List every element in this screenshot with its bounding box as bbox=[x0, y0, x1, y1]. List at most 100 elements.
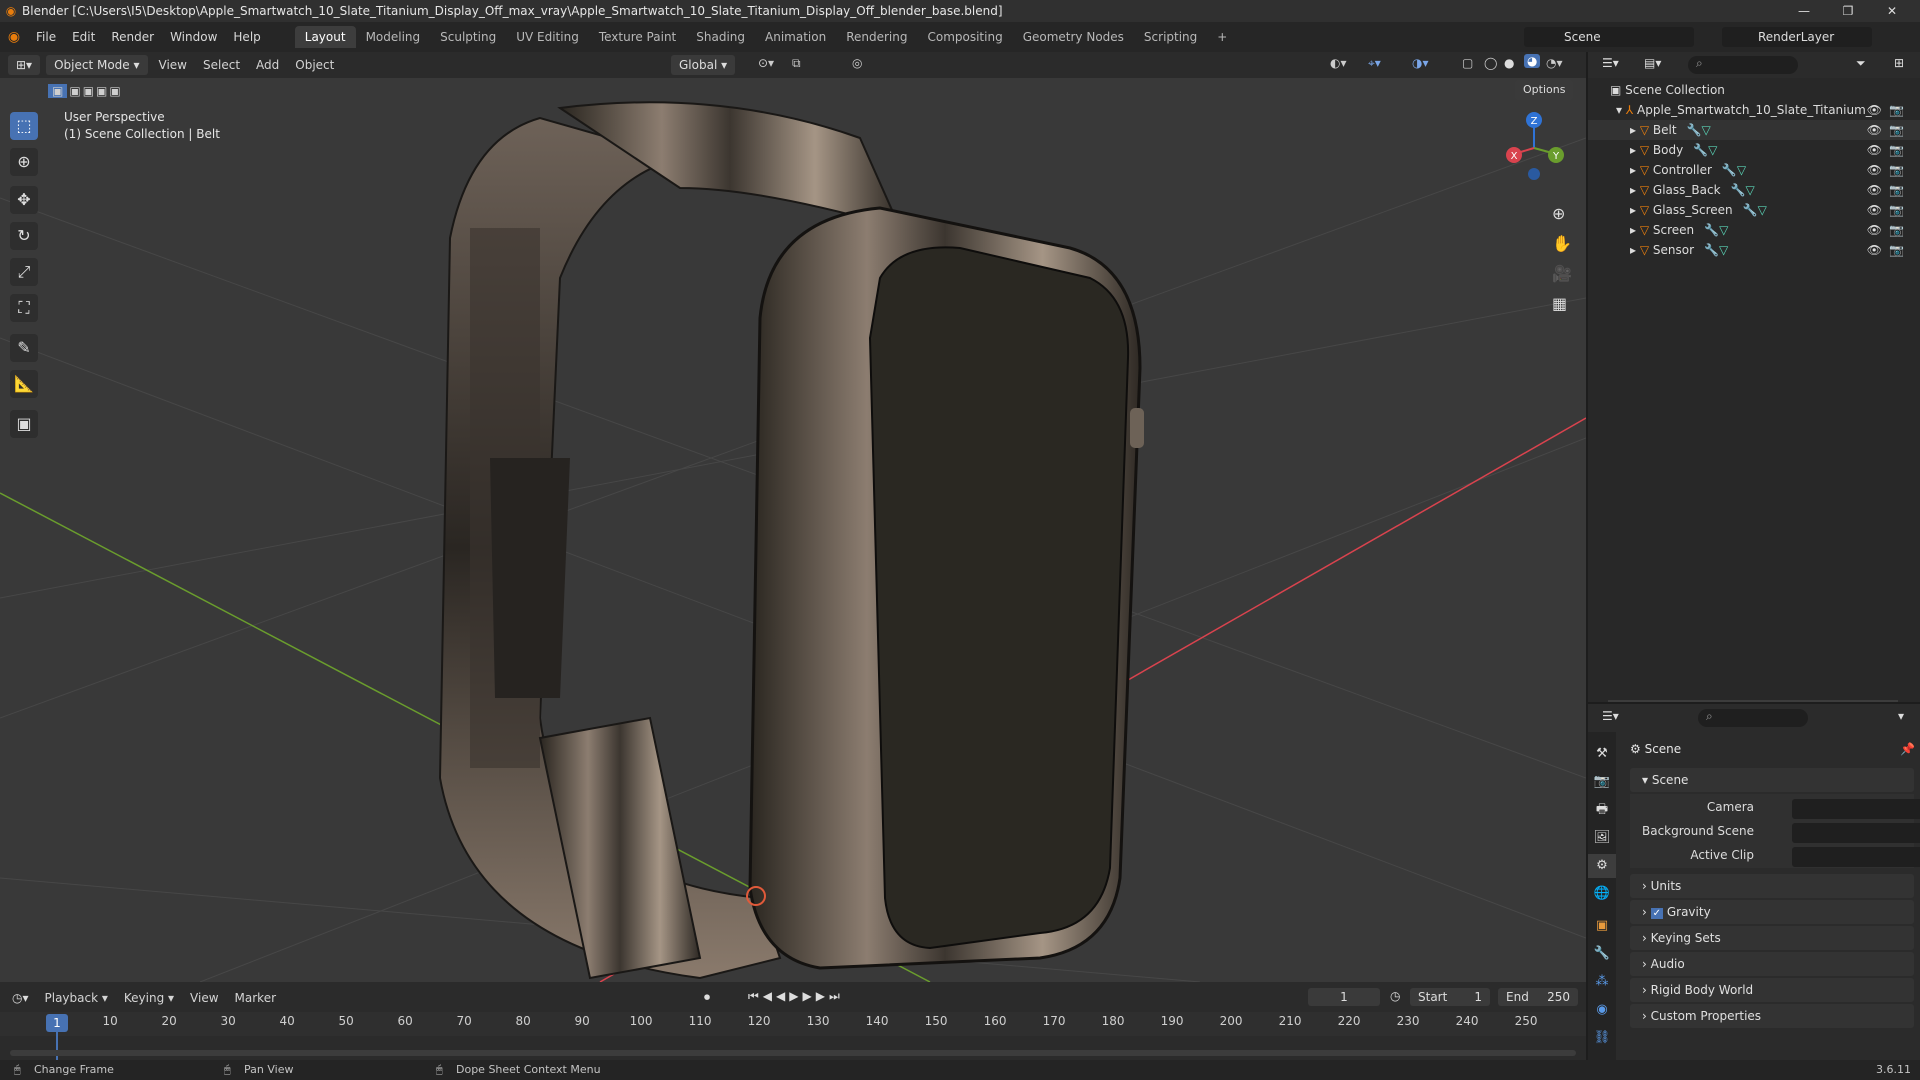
modifier-tab-icon[interactable]: 🔧 bbox=[1588, 942, 1616, 966]
camera-icon[interactable]: 📷 bbox=[1889, 200, 1904, 220]
pivot-icon[interactable]: ⊙▾ bbox=[758, 56, 774, 70]
xray-icon[interactable]: ▢ bbox=[1462, 56, 1473, 70]
rendered-shading-icon[interactable]: ◔▾ bbox=[1546, 56, 1563, 70]
camera-icon[interactable]: 📷 bbox=[1889, 100, 1904, 120]
menu-help[interactable]: Help bbox=[225, 30, 268, 44]
wireframe-shading-icon[interactable]: ◯ bbox=[1484, 56, 1497, 70]
timeline-menu-playback[interactable]: Playback ▾ bbox=[37, 991, 116, 1005]
physics-tab-icon[interactable]: ◉ bbox=[1588, 998, 1616, 1022]
outliner-scene-collection[interactable]: ▣ Scene Collection bbox=[1588, 80, 1920, 100]
timeline-scrollbar[interactable] bbox=[10, 1050, 1576, 1056]
tab-rendering[interactable]: Rendering bbox=[836, 26, 917, 48]
active-clip-field[interactable] bbox=[1792, 847, 1920, 867]
outliner-item-glass-screen[interactable]: ▸ ▽ Glass_Screen 🔧▽ 👁 📷 bbox=[1588, 200, 1920, 220]
viewport-menu-view[interactable]: View bbox=[151, 58, 195, 72]
custom-properties-panel-header[interactable]: › Custom Properties bbox=[1630, 1004, 1914, 1028]
outliner-item-belt[interactable]: ▸ ▽ Belt 🔧▽ 👁 📷 bbox=[1588, 120, 1920, 140]
select-mode-icons[interactable]: ▣ ▣ ▣ ▣ ▣ bbox=[48, 84, 121, 98]
particles-tab-icon[interactable]: ⁂ bbox=[1588, 970, 1616, 994]
camera-icon[interactable]: 📷 bbox=[1889, 180, 1904, 200]
transform-tool[interactable]: ⛶ bbox=[10, 294, 38, 322]
clock-icon[interactable]: ◷ bbox=[1390, 989, 1400, 1003]
material-shading-icon[interactable]: ◕ bbox=[1524, 54, 1541, 68]
menu-render[interactable]: Render bbox=[103, 30, 162, 44]
close-icon[interactable]: ✕ bbox=[1870, 0, 1914, 22]
eye-icon[interactable]: 👁 bbox=[1867, 200, 1882, 220]
overlay-toggle-icon[interactable]: ◑▾ bbox=[1412, 56, 1429, 70]
playback-controls[interactable]: ⏮◀◀▶▶▶⏭ bbox=[748, 989, 844, 1004]
tab-shading[interactable]: Shading bbox=[686, 26, 755, 48]
camera-icon[interactable]: 📷 bbox=[1889, 120, 1904, 140]
outliner-collection-row[interactable]: ▾ ⅄ Apple_Smartwatch_10_Slate_Titanium_ … bbox=[1588, 100, 1920, 120]
snap-icon[interactable]: ⧉ bbox=[792, 56, 801, 71]
timeline-menu-view[interactable]: View bbox=[182, 991, 226, 1005]
outliner-item-body[interactable]: ▸ ▽ Body 🔧▽ 👁 📷 bbox=[1588, 140, 1920, 160]
properties-editor-icon[interactable]: ☰▾ bbox=[1602, 709, 1619, 723]
filter-icon[interactable]: ⏷ bbox=[1856, 56, 1866, 71]
tab-sculpting[interactable]: Sculpting bbox=[430, 26, 506, 48]
menu-edit[interactable]: Edit bbox=[64, 30, 103, 44]
visibility-icon[interactable]: ◐▾ bbox=[1330, 56, 1347, 70]
rigid-body-world-panel-header[interactable]: › Rigid Body World bbox=[1630, 978, 1914, 1002]
blender-menu-icon[interactable]: ◉ bbox=[0, 29, 28, 45]
outliner-search-input[interactable]: ⌕ bbox=[1688, 56, 1798, 74]
pan-hand-icon[interactable]: ✋ bbox=[1552, 234, 1572, 253]
minimize-icon[interactable]: — bbox=[1782, 0, 1826, 22]
gravity-checkbox[interactable]: ✓ bbox=[1650, 908, 1664, 919]
viewport-menu-select[interactable]: Select bbox=[195, 58, 248, 72]
camera-icon[interactable]: 📷 bbox=[1889, 220, 1904, 240]
transform-orientation-dropdown[interactable]: Global ▾ bbox=[671, 55, 736, 75]
eye-icon[interactable]: 👁 bbox=[1867, 120, 1882, 140]
add-workspace-button[interactable]: + bbox=[1207, 26, 1237, 48]
end-frame-field[interactable]: End 250 bbox=[1498, 988, 1578, 1006]
measure-tool[interactable]: 📐 bbox=[10, 370, 38, 398]
audio-panel-header[interactable]: › Audio bbox=[1630, 952, 1914, 976]
eye-icon[interactable]: 👁 bbox=[1867, 140, 1882, 160]
tool-tab-icon[interactable]: ⚒ bbox=[1588, 742, 1616, 766]
outliner-scrollbar[interactable] bbox=[1608, 700, 1898, 702]
timeline-editor-icon[interactable]: ◷▾ bbox=[12, 991, 29, 1005]
annotate-tool[interactable]: ✎ bbox=[10, 334, 38, 362]
outliner-editor-icon[interactable]: ☰▾ bbox=[1602, 56, 1619, 70]
eye-icon[interactable]: 👁 bbox=[1867, 180, 1882, 200]
properties-search-input[interactable]: ⌕ bbox=[1698, 709, 1808, 727]
chevron-down-icon[interactable]: ▾ bbox=[1898, 709, 1904, 723]
scene-selector[interactable]: Scene bbox=[1524, 27, 1694, 47]
tab-layout[interactable]: Layout bbox=[294, 26, 356, 48]
camera-icon[interactable]: 📷 bbox=[1889, 160, 1904, 180]
tab-texture-paint[interactable]: Texture Paint bbox=[589, 26, 686, 48]
outliner-item-sensor[interactable]: ▸ ▽ Sensor 🔧▽ 👁 📷 bbox=[1588, 240, 1920, 260]
proportional-edit-icon[interactable]: ◎ bbox=[852, 56, 862, 70]
camera-field[interactable] bbox=[1792, 799, 1920, 819]
gravity-panel-header[interactable]: › ✓ Gravity bbox=[1630, 900, 1914, 924]
solid-shading-icon[interactable]: ● bbox=[1504, 56, 1514, 70]
gizmo-toggle-icon[interactable]: ⌖▾ bbox=[1368, 56, 1381, 71]
eye-icon[interactable]: 👁 bbox=[1867, 240, 1882, 260]
add-cube-tool[interactable]: ▣ bbox=[10, 410, 38, 438]
display-mode-icon[interactable]: ▤▾ bbox=[1644, 56, 1661, 70]
camera-icon[interactable]: 📷 bbox=[1889, 240, 1904, 260]
cursor-tool[interactable]: ⊕ bbox=[10, 148, 38, 176]
new-collection-icon[interactable]: ⊞ bbox=[1894, 56, 1904, 70]
tab-compositing[interactable]: Compositing bbox=[917, 26, 1012, 48]
eye-icon[interactable]: 👁 bbox=[1867, 100, 1882, 120]
background-scene-field[interactable] bbox=[1792, 823, 1920, 843]
options-button[interactable]: Options bbox=[1515, 80, 1574, 100]
eye-icon[interactable]: 👁 bbox=[1867, 160, 1882, 180]
scene-tab-icon[interactable]: ⚙ bbox=[1588, 854, 1616, 878]
view-layer-tab-icon[interactable]: 🖼 bbox=[1588, 826, 1616, 850]
tab-geometry-nodes[interactable]: Geometry Nodes bbox=[1013, 26, 1134, 48]
record-icon[interactable]: ⏺ bbox=[704, 990, 710, 1005]
viewport-menu-object[interactable]: Object bbox=[287, 58, 342, 72]
viewport-menu-add[interactable]: Add bbox=[248, 58, 287, 72]
outliner-item-glass-back[interactable]: ▸ ▽ Glass_Back 🔧▽ 👁 📷 bbox=[1588, 180, 1920, 200]
keying-sets-panel-header[interactable]: › Keying Sets bbox=[1630, 926, 1914, 950]
menu-window[interactable]: Window bbox=[162, 30, 225, 44]
select-box-tool[interactable]: ⬚ bbox=[10, 112, 38, 140]
tab-modeling[interactable]: Modeling bbox=[356, 26, 431, 48]
tab-animation[interactable]: Animation bbox=[755, 26, 836, 48]
units-panel-header[interactable]: › Units bbox=[1630, 874, 1914, 898]
camera-view-icon[interactable]: 🎥 bbox=[1552, 264, 1572, 283]
outliner-item-controller[interactable]: ▸ ▽ Controller 🔧▽ 👁 📷 bbox=[1588, 160, 1920, 180]
scene-section-header[interactable]: ▾ Scene bbox=[1630, 768, 1914, 792]
